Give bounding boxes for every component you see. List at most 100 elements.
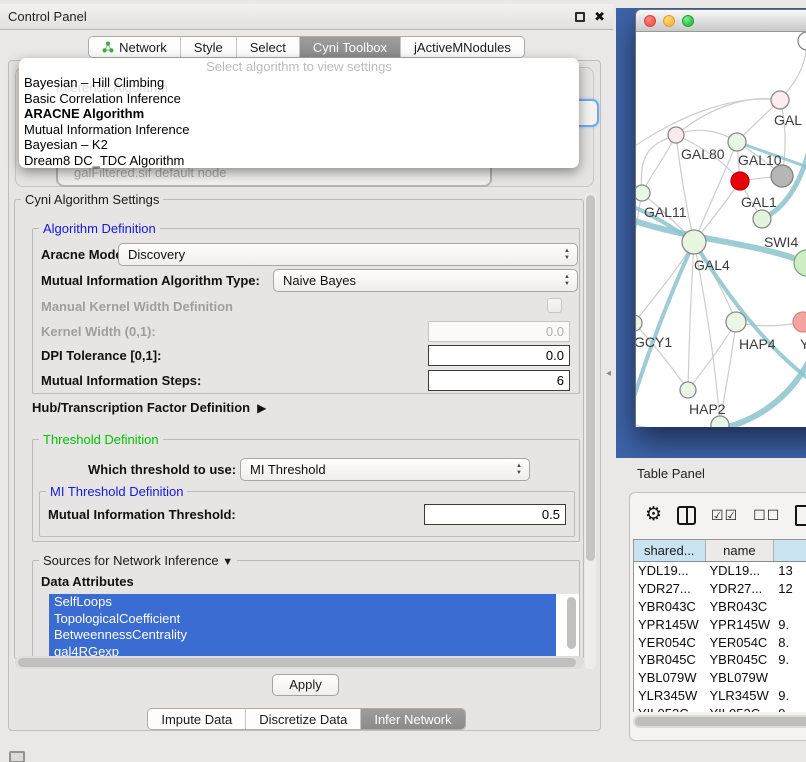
close-traffic-light-icon[interactable]	[644, 15, 656, 27]
network-edge[interactable]	[636, 423, 720, 427]
network-node[interactable]	[731, 172, 749, 190]
table-row[interactable]: YPR145WYPR145W9.	[634, 615, 806, 633]
select-all-icon[interactable]: ☑☑	[711, 507, 738, 524]
minimize-traffic-light-icon[interactable]	[663, 15, 675, 27]
table-cell: YBR043C	[706, 598, 775, 616]
table-row[interactable]: YLR345WYLR345W9.	[634, 687, 806, 705]
mi-algorithm-type-combobox[interactable]: Naive Bayes ▲▼	[273, 269, 578, 292]
mi-steps-input[interactable]	[428, 370, 570, 391]
network-edge[interactable]	[780, 41, 806, 100]
node-label: HAP2	[689, 401, 726, 417]
document-icon[interactable]	[795, 505, 806, 526]
network-edge[interactable]	[636, 99, 780, 152]
scrollbar-thumb[interactable]	[18, 658, 576, 667]
settings-horizontal-scrollbar[interactable]	[15, 656, 584, 669]
table-cell: 9.	[774, 615, 806, 633]
network-node[interactable]	[798, 32, 806, 50]
network-edge[interactable]	[676, 99, 780, 135]
control-panel-tabs: Network Style Select Cyni Toolbox jActiv…	[0, 36, 613, 58]
list-scrollbar[interactable]	[567, 597, 576, 649]
tab-network[interactable]: Network	[89, 37, 181, 57]
network-node[interactable]	[682, 230, 706, 254]
dropdown-item[interactable]: Mutual Information Inference	[19, 122, 579, 138]
scrollbar-thumb[interactable]	[586, 195, 595, 561]
table-row[interactable]: YBL079WYBL079W	[634, 669, 806, 687]
network-edge[interactable]	[688, 322, 736, 390]
node-label: Y	[800, 336, 806, 352]
apply-button[interactable]: Apply	[272, 674, 339, 696]
dropdown-item[interactable]: Bayesian – K2	[19, 137, 579, 153]
attribute-list-item[interactable]: TopologicalCoefficient	[49, 611, 556, 628]
scrollbar-thumb[interactable]	[635, 717, 806, 726]
zoom-traffic-light-icon[interactable]	[682, 15, 694, 27]
control-panel-title: Control Panel	[8, 9, 87, 24]
network-node[interactable]	[726, 312, 746, 332]
table-row[interactable]: YBR045CYBR045C9.	[634, 651, 806, 669]
dropdown-item[interactable]: Bayesian – Hill Climbing	[19, 75, 579, 91]
data-attributes-list[interactable]: SelfLoopsTopologicalCoefficientBetweenne…	[49, 594, 579, 660]
stepper-arrows-icon: ▲▼	[516, 463, 522, 477]
column-header[interactable]: shared...	[634, 540, 706, 561]
splitpane-collapse-icon[interactable]: ◂	[606, 368, 611, 379]
attribute-list-item[interactable]: SelfLoops	[49, 594, 556, 611]
attribute-list-item[interactable]: BetweennessCentrality	[49, 627, 556, 644]
column-browser-icon[interactable]	[677, 506, 696, 525]
tab-impute-data[interactable]: Impute Data	[148, 709, 246, 729]
sources-group: Sources for Network Inference ▼ Data Att…	[32, 560, 580, 668]
which-threshold-combobox[interactable]: MI Threshold ▲▼	[240, 458, 530, 481]
node-attribute-table[interactable]: shared...name YDL19...YDL19...13YDR27...…	[633, 539, 806, 712]
network-node[interactable]	[793, 312, 806, 332]
collapse-down-icon[interactable]: ▼	[222, 556, 233, 568]
network-node[interactable]	[771, 165, 793, 187]
column-header[interactable]: name	[706, 540, 775, 561]
expand-right-icon[interactable]: ▶	[257, 401, 266, 415]
network-node[interactable]	[771, 91, 789, 109]
network-node[interactable]	[668, 127, 684, 143]
select-none-icon[interactable]: ☐☐	[753, 507, 780, 524]
close-icon[interactable]: ✖	[594, 12, 605, 22]
dock-panel-icon[interactable]	[9, 751, 25, 762]
tab-cyni-toolbox[interactable]: Cyni Toolbox	[300, 37, 401, 57]
table-row[interactable]: YDL19...YDL19...13	[634, 562, 806, 580]
tab-label: Impute Data	[161, 712, 232, 727]
gear-icon[interactable]: ⚙	[645, 505, 662, 525]
manual-kernel-width-checkbox[interactable]	[547, 298, 562, 313]
kernel-width-input[interactable]	[428, 321, 570, 342]
tab-discretize-data[interactable]: Discretize Data	[246, 709, 361, 729]
dropdown-item[interactable]: Dream8 DC_TDC Algorithm	[19, 153, 579, 169]
network-edge[interactable]	[642, 135, 676, 193]
dropdown-item[interactable]: Basic Correlation Inference	[19, 91, 579, 107]
table-row[interactable]: YDR27...YDR27...12	[634, 580, 806, 598]
tab-infer-network[interactable]: Infer Network	[361, 709, 464, 729]
table-row[interactable]: YIL052CYIL052C9.	[634, 704, 806, 712]
tab-jactivemnodules[interactable]: jActiveMNodules	[401, 37, 524, 57]
table-horizontal-scrollbar[interactable]	[633, 715, 806, 728]
tab-style[interactable]: Style	[181, 37, 237, 57]
network-node[interactable]	[680, 382, 696, 398]
dropdown-item[interactable]: ARACNE Algorithm	[19, 106, 579, 122]
dpi-tolerance-input[interactable]	[428, 345, 570, 366]
network-node[interactable]	[636, 315, 642, 331]
table-row[interactable]: YBR043CYBR043C	[634, 598, 806, 616]
network-window-titlebar[interactable]	[636, 10, 806, 32]
aracne-mode-combobox[interactable]: Discovery ▲▼	[118, 243, 578, 266]
hub-transcription-factor-section[interactable]: Hub/Transcription Factor Definition▶	[32, 400, 266, 415]
mi-threshold-label: Mutual Information Threshold:	[48, 507, 236, 522]
column-header[interactable]	[774, 540, 806, 561]
tab-label: jActiveMNodules	[414, 40, 511, 55]
manual-kernel-width-label: Manual Kernel Width Definition	[41, 299, 233, 314]
network-node[interactable]	[728, 133, 746, 151]
mi-threshold-input[interactable]	[424, 504, 566, 525]
network-node[interactable]	[711, 416, 729, 427]
network-node[interactable]	[794, 250, 806, 276]
network-node[interactable]	[636, 185, 650, 201]
desktop-background: GALGAL80GAL10GAL1GAL11SWI4GAL4GCY1HAP4YH…	[616, 8, 806, 458]
table-cell: YBL079W	[706, 669, 775, 687]
network-canvas[interactable]: GALGAL80GAL10GAL1GAL11SWI4GAL4GCY1HAP4YH…	[636, 32, 806, 427]
tab-select[interactable]: Select	[237, 37, 300, 57]
table-row[interactable]: YER054CYER054C8.	[634, 633, 806, 651]
settings-vertical-scrollbar[interactable]	[585, 193, 596, 669]
float-window-icon[interactable]	[575, 12, 585, 22]
aracne-mode-label: Aracne Mode:	[41, 247, 127, 262]
network-node[interactable]	[753, 210, 771, 228]
